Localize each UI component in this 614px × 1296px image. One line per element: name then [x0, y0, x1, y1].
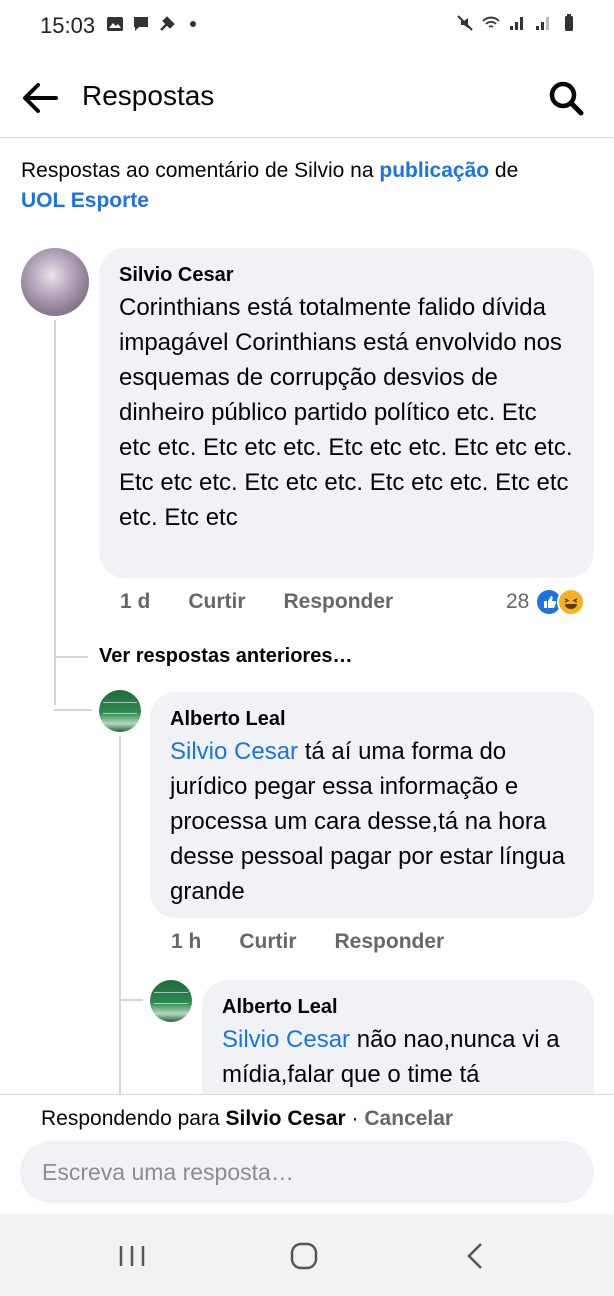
- reply-input[interactable]: [20, 1141, 594, 1203]
- comment-actions: 1 d Curtir Responder: [120, 590, 431, 614]
- reply-button[interactable]: Responder: [335, 930, 445, 954]
- reply-actions: 1 h Curtir Responder: [171, 930, 482, 954]
- reply-text: Silvio Cesar tá aí uma forma do jurídico…: [170, 734, 574, 909]
- comment-author[interactable]: Silvio Cesar: [119, 262, 574, 288]
- signal-icon: [536, 17, 549, 30]
- reaction-summary[interactable]: 28: [506, 588, 586, 616]
- avatar[interactable]: [150, 980, 192, 1022]
- cancel-reply-button[interactable]: Cancelar: [364, 1107, 453, 1130]
- mention-link[interactable]: Silvio Cesar: [222, 1026, 350, 1053]
- back-button[interactable]: [18, 76, 62, 120]
- mention-link[interactable]: Silvio Cesar: [170, 738, 298, 765]
- reply-composer: Respondendo para Silvio Cesar · Cancelar: [0, 1094, 614, 1214]
- like-button[interactable]: Curtir: [239, 930, 296, 954]
- view-previous-replies-link[interactable]: Ver respostas anteriores…: [99, 645, 352, 668]
- status-bar: 15:03: [0, 0, 614, 50]
- signal-icon: [510, 17, 523, 30]
- reply-bubble: Alberto Leal Silvio Cesar tá aí uma form…: [150, 692, 594, 918]
- replying-prefix: Respondendo para: [41, 1107, 226, 1130]
- notification-icons: [106, 15, 202, 33]
- thread-line: [54, 656, 88, 658]
- thread-line: [54, 320, 56, 705]
- replying-name: Silvio Cesar: [225, 1107, 346, 1130]
- reply-button[interactable]: Responder: [284, 590, 394, 614]
- comment-time[interactable]: 1 d: [120, 590, 150, 614]
- replying-to-bar: Respondendo para Silvio Cesar · Cancelar: [41, 1107, 453, 1131]
- gallery-icon: [107, 17, 123, 31]
- reply-author[interactable]: Alberto Leal: [222, 994, 574, 1020]
- thread-context: Respostas ao comentário de Silvio na pub…: [21, 156, 601, 216]
- system-nav-bar: [0, 1214, 614, 1296]
- status-time: 15:03: [40, 13, 96, 38]
- message-icon: [134, 17, 148, 31]
- recent-apps-button[interactable]: [110, 1234, 154, 1278]
- recent-apps-icon: [119, 1246, 145, 1266]
- comment-text: Corinthians está totalmente falido dívid…: [119, 294, 573, 531]
- reply-time[interactable]: 1 h: [171, 930, 201, 954]
- chevron-left-icon: [467, 1243, 482, 1269]
- context-middle: de: [489, 159, 519, 182]
- page-title: Respostas: [82, 80, 215, 111]
- app-bar: Respostas: [0, 56, 614, 138]
- context-prefix: Respostas ao comentário de Silvio na: [21, 159, 380, 182]
- home-button[interactable]: [282, 1234, 326, 1278]
- arrow-left-icon: [23, 83, 58, 113]
- search-icon: [549, 81, 584, 116]
- thread-line: [54, 709, 92, 711]
- home-icon: [290, 1242, 318, 1270]
- thread-line: [119, 736, 121, 1094]
- system-status-icons: [456, 14, 578, 32]
- nav-back-button[interactable]: [454, 1234, 498, 1278]
- battery-icon: [565, 14, 573, 31]
- thread-line: [119, 999, 143, 1001]
- like-button[interactable]: Curtir: [188, 590, 245, 614]
- page-link[interactable]: UOL Esporte: [21, 189, 149, 212]
- reaction-count: 28: [506, 590, 530, 613]
- post-link[interactable]: publicação: [379, 159, 489, 182]
- mute-icon: [457, 15, 473, 31]
- reply-author[interactable]: Alberto Leal: [170, 706, 574, 732]
- haha-reaction-icon: [557, 588, 586, 616]
- wifi-icon: [482, 16, 500, 28]
- comment-bubble: Silvio Cesar Corinthians está totalmente…: [99, 248, 594, 578]
- search-button[interactable]: [544, 76, 588, 120]
- tools-icon: [160, 16, 175, 31]
- avatar[interactable]: [99, 690, 141, 732]
- reply-text: Silvio Cesar não nao,nunca vi a mídia,fa…: [222, 1022, 574, 1092]
- avatar[interactable]: [21, 248, 89, 316]
- dot-icon: [190, 21, 196, 27]
- separator: ·: [345, 1107, 365, 1130]
